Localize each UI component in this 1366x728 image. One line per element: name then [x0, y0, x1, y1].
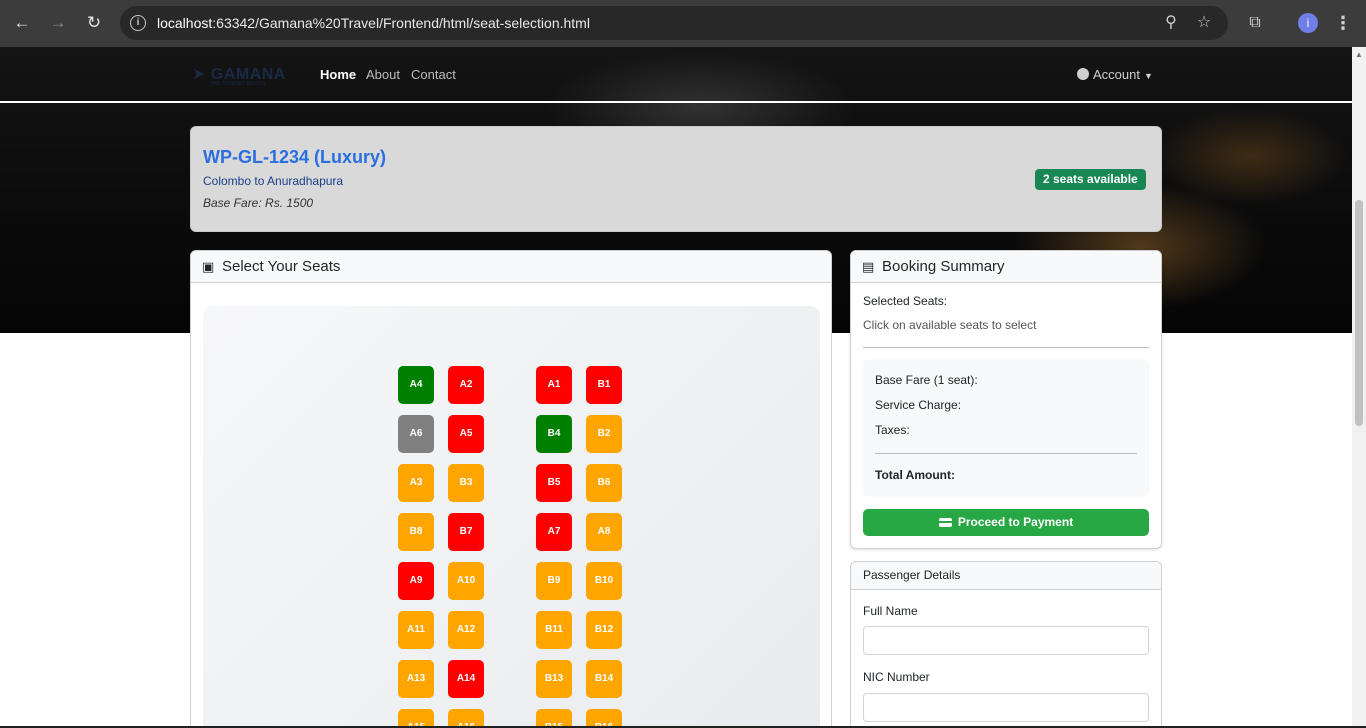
- taxes-label: Taxes:: [875, 423, 910, 437]
- reload-icon[interactable]: ↻: [82, 11, 106, 35]
- seat-a3[interactable]: A3: [398, 464, 434, 502]
- profile-avatar[interactable]: i: [1298, 13, 1318, 33]
- seat-b13[interactable]: B13: [536, 660, 572, 698]
- address-bar[interactable]: i localhost:63342/Gamana%20Travel/Fronte…: [120, 6, 1228, 40]
- back-icon[interactable]: ←: [10, 11, 34, 35]
- seat-a2[interactable]: A2: [448, 366, 484, 404]
- seat-a4[interactable]: A4: [398, 366, 434, 404]
- price-breakdown: Base Fare (1 seat): Service Charge: Taxe…: [863, 359, 1149, 497]
- summary-card-header: ▤ Booking Summary: [851, 251, 1161, 283]
- seat-a6[interactable]: A6: [398, 415, 434, 453]
- brand-tagline: THE JOURNEY BEGINS: [210, 81, 266, 87]
- seat-a13[interactable]: A13: [398, 660, 434, 698]
- proceed-to-payment-button[interactable]: Proceed to Payment: [863, 509, 1149, 536]
- nic-input[interactable]: [863, 693, 1149, 722]
- bus-base-fare: Base Fare: Rs. 1500: [203, 196, 314, 210]
- seat-b6[interactable]: B6: [586, 464, 622, 502]
- price-divider: [875, 453, 1137, 454]
- seat-b5[interactable]: B5: [536, 464, 572, 502]
- seat-map: A4 A2 A1 B1 A6 A5 B4 B2 A3 B3 B5 B6 B8 B7 A7 A8 A9 A10 B9 B…: [203, 306, 820, 728]
- zoom-icon[interactable]: ⚲: [1161, 13, 1181, 33]
- seat-a5[interactable]: A5: [448, 415, 484, 453]
- seat-a7[interactable]: A7: [536, 513, 572, 551]
- account-label: Account: [1093, 67, 1140, 82]
- seat-a14[interactable]: A14: [448, 660, 484, 698]
- forward-icon[interactable]: →: [46, 11, 70, 35]
- full-name-input[interactable]: [863, 626, 1149, 655]
- summary-title: Booking Summary: [882, 258, 1005, 275]
- total-amount-label: Total Amount:: [875, 468, 955, 482]
- bus-route: Colombo to Anuradhapura: [203, 174, 344, 188]
- bus-seat-icon: ▣: [202, 259, 215, 274]
- nav-link-about[interactable]: About: [366, 67, 400, 82]
- seat-b14[interactable]: B14: [586, 660, 622, 698]
- seat-b8[interactable]: B8: [398, 513, 434, 551]
- seat-b9[interactable]: B9: [536, 562, 572, 600]
- seat-b10[interactable]: B10: [586, 562, 622, 600]
- seat-b12[interactable]: B12: [586, 611, 622, 649]
- bus-info-card: WP-GL-1234 (Luxury) Colombo to Anuradhap…: [190, 126, 1162, 232]
- account-dropdown[interactable]: Account ▼: [1077, 67, 1153, 82]
- bus-title: WP-GL-1234 (Luxury): [203, 147, 387, 167]
- nav-link-contact[interactable]: Contact: [411, 67, 456, 82]
- availability-badge: 2 seats available: [1035, 169, 1146, 190]
- browser-toolbar: ← → ↻ i localhost:63342/Gamana%20Travel/…: [0, 0, 1366, 47]
- user-circle-icon: [1077, 68, 1089, 80]
- summary-divider: [863, 347, 1149, 348]
- passenger-card-header: Passenger Details: [851, 562, 1161, 590]
- seat-a1[interactable]: A1: [536, 366, 572, 404]
- site-info-icon[interactable]: i: [130, 15, 146, 31]
- selected-seats-hint: Click on available seats to select: [863, 318, 1037, 332]
- nic-label: NIC Number: [863, 670, 930, 684]
- booking-summary-card: ▤ Booking Summary Selected Seats: Click o…: [850, 250, 1162, 549]
- service-charge-label: Service Charge:: [875, 398, 962, 412]
- bookmark-star-icon[interactable]: ☆: [1194, 13, 1214, 33]
- seat-a12[interactable]: A12: [448, 611, 484, 649]
- nav-link-home[interactable]: Home: [320, 67, 356, 82]
- receipt-icon: ▤: [862, 259, 875, 274]
- seat-a10[interactable]: A10: [448, 562, 484, 600]
- brand-wing-icon: ➤: [192, 66, 211, 83]
- seat-card-header: ▣ Select Your Seats: [191, 251, 831, 283]
- seat-a8[interactable]: A8: [586, 513, 622, 551]
- passenger-details-card: Passenger Details Full Name NIC Number: [850, 561, 1162, 728]
- seat-a9[interactable]: A9: [398, 562, 434, 600]
- seat-b3[interactable]: B3: [448, 464, 484, 502]
- scrollbar-thumb[interactable]: [1355, 200, 1363, 426]
- seat-b1[interactable]: B1: [586, 366, 622, 404]
- seat-a11[interactable]: A11: [398, 611, 434, 649]
- seat-b4[interactable]: B4: [536, 415, 572, 453]
- credit-card-icon: [938, 518, 952, 527]
- seat-selection-card: ▣ Select Your Seats A4 A2 A1 B1 A6 A5 B4 B2 A3 B3 B…: [190, 250, 832, 728]
- seat-card-title: Select Your Seats: [222, 258, 341, 275]
- base-fare-label: Base Fare (1 seat):: [875, 373, 978, 387]
- seat-b7[interactable]: B7: [448, 513, 484, 551]
- caret-down-icon: ▼: [1143, 71, 1153, 81]
- selected-seats-label: Selected Seats:: [863, 294, 948, 308]
- extensions-icon[interactable]: ⧉: [1244, 12, 1266, 34]
- browser-menu-icon[interactable]: ⋮: [1333, 11, 1353, 35]
- url-text[interactable]: localhost:63342/Gamana%20Travel/Frontend…: [157, 15, 590, 31]
- scroll-up-arrow-icon[interactable]: ▲: [1355, 50, 1363, 59]
- seat-b2[interactable]: B2: [586, 415, 622, 453]
- full-name-label: Full Name: [863, 604, 918, 618]
- seat-b11[interactable]: B11: [536, 611, 572, 649]
